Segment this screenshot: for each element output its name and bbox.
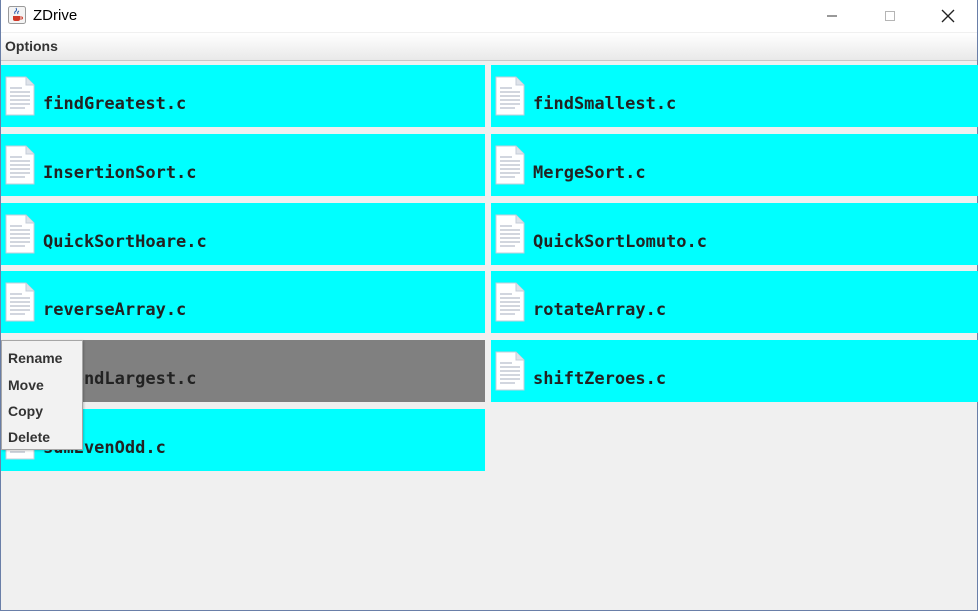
zdrive-window: ZDrive Options findGreatest.c findSmalles… <box>0 0 978 611</box>
file-name: MergeSort.c <box>533 163 646 183</box>
file-name: InsertionSort.c <box>43 163 197 183</box>
copy-menu-item[interactable]: Copy <box>8 403 43 419</box>
delete-menu-item[interactable]: Delete <box>8 429 50 445</box>
file-tile[interactable]: findSmallest.c <box>491 65 978 127</box>
file-tile[interactable]: findGreatest.c <box>1 65 485 127</box>
file-tile[interactable]: rotateArray.c <box>491 271 978 333</box>
maximize-button[interactable] <box>861 0 919 32</box>
document-icon <box>495 76 525 116</box>
file-name: rotateArray.c <box>533 300 667 320</box>
file-tile[interactable]: MergeSort.c <box>491 134 978 196</box>
document-icon <box>5 145 35 185</box>
move-menu-item[interactable]: Move <box>8 377 44 393</box>
document-icon <box>495 351 525 391</box>
document-icon <box>495 145 525 185</box>
document-icon <box>5 76 35 116</box>
file-name: QuickSortLomuto.c <box>533 232 707 252</box>
document-icon <box>5 214 35 254</box>
file-name: shiftZeroes.c <box>533 369 667 389</box>
rename-menu-item[interactable]: Rename <box>8 350 62 366</box>
file-name: QuickSortHoare.c <box>43 232 207 252</box>
title-bar: ZDrive <box>1 0 977 32</box>
minimize-icon <box>827 15 837 17</box>
document-icon <box>495 214 525 254</box>
file-tile[interactable]: QuickSortHoare.c <box>1 203 485 265</box>
file-name: findSmallest.c <box>533 94 677 114</box>
menu-bar: Options <box>1 33 977 61</box>
close-icon <box>941 9 955 23</box>
minimize-button[interactable] <box>803 0 861 32</box>
file-name: reverseArray.c <box>43 300 187 320</box>
context-menu: Rename Move Copy Delete <box>1 340 83 450</box>
java-coffee-icon <box>8 6 26 24</box>
document-icon <box>495 282 525 322</box>
window-title: ZDrive <box>33 7 78 24</box>
options-menu[interactable]: Options <box>5 38 58 54</box>
close-button[interactable] <box>919 0 977 32</box>
maximize-icon <box>885 11 895 21</box>
file-name: findGreatest.c <box>43 94 187 114</box>
file-tile[interactable]: QuickSortLomuto.c <box>491 203 978 265</box>
file-tile[interactable]: InsertionSort.c <box>1 134 485 196</box>
file-tile[interactable]: reverseArray.c <box>1 271 485 333</box>
document-icon <box>5 282 35 322</box>
file-tile[interactable]: shiftZeroes.c <box>491 340 978 402</box>
